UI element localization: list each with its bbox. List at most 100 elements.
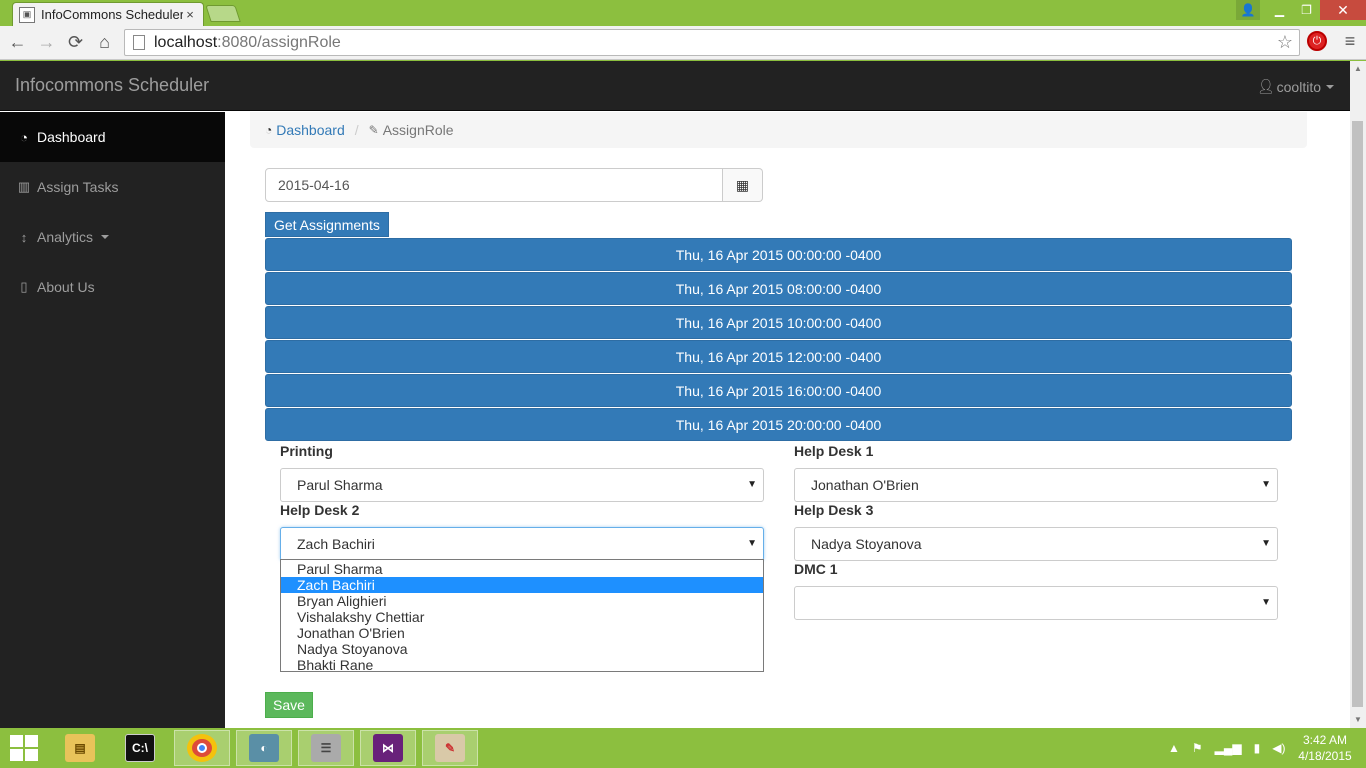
browser-toolbar: ← → ⟳ ⌂ localhost:8080/assignRole ☆ ⏻ ≡ bbox=[0, 26, 1366, 60]
minimize-icon[interactable]: ▁ bbox=[1266, 0, 1293, 20]
sidebar-item-dashboard[interactable]: ◔ Dashboard bbox=[0, 112, 225, 162]
user-name: cooltito bbox=[1276, 78, 1321, 95]
show-hidden-icons-icon[interactable]: ▲ bbox=[1168, 741, 1180, 755]
top-navbar: Infocommons Scheduler 👤︎ cooltito bbox=[0, 61, 1350, 111]
address-bar[interactable]: localhost:8080/assignRole ☆ bbox=[124, 29, 1300, 56]
get-assignments-button[interactable]: Get Assignments bbox=[265, 212, 389, 237]
vertical-arrows-icon: ↕ bbox=[20, 229, 28, 245]
edit-icon: ✎ bbox=[368, 123, 379, 137]
tab-close-icon[interactable]: × bbox=[183, 7, 197, 22]
dropdown-option[interactable]: Bhakti Rane bbox=[281, 657, 763, 673]
scroll-up-icon[interactable]: ▲ bbox=[1350, 61, 1366, 77]
save-button[interactable]: Save bbox=[265, 692, 313, 718]
close-icon[interactable]: ✕ bbox=[1320, 0, 1366, 20]
bar-chart-icon: ▥ bbox=[17, 179, 31, 194]
time-slot[interactable]: Thu, 16 Apr 2015 10:00:00 -0400 bbox=[265, 306, 1292, 339]
clock-date: 4/18/2015 bbox=[1298, 749, 1352, 763]
sidebar-item-about-us[interactable]: ▯ About Us bbox=[0, 262, 225, 312]
browser-tab[interactable]: ▣ InfoCommons Scheduler × bbox=[12, 2, 204, 26]
time-slot-list: Thu, 16 Apr 2015 00:00:00 -0400 Thu, 16 … bbox=[265, 238, 1292, 442]
windows-start-icon[interactable] bbox=[10, 735, 38, 761]
chrome-menu-icon[interactable]: ≡ bbox=[1340, 31, 1360, 51]
help-desk-2-select[interactable]: Zach Bachiri ▼ bbox=[280, 527, 764, 561]
clock-time: 3:42 AM bbox=[1302, 733, 1348, 747]
date-input[interactable] bbox=[265, 168, 723, 202]
scrollbar-thumb[interactable] bbox=[1352, 121, 1363, 707]
network-signal-icon[interactable]: ▂▄▆ bbox=[1215, 741, 1242, 755]
chrome-icon[interactable] bbox=[174, 730, 230, 766]
dropdown-option[interactable]: Bryan Alighieri bbox=[281, 593, 763, 609]
sidebar-item-label: Assign Tasks bbox=[37, 179, 119, 195]
reload-icon[interactable]: ⟳ bbox=[61, 29, 90, 57]
sidebar-item-label: Analytics bbox=[37, 229, 94, 245]
url-host: localhost bbox=[154, 33, 218, 51]
breadcrumb: ◔ Dashboard / ✎ AssignRole bbox=[250, 112, 1307, 148]
time-slot[interactable]: Thu, 16 Apr 2015 00:00:00 -0400 bbox=[265, 238, 1292, 271]
dropdown-option[interactable]: Parul Sharma bbox=[281, 561, 763, 577]
home-icon[interactable]: ⌂ bbox=[90, 29, 119, 57]
time-slot[interactable]: Thu, 16 Apr 2015 16:00:00 -0400 bbox=[265, 374, 1292, 407]
breadcrumb-current: AssignRole bbox=[382, 122, 454, 138]
browser-tabstrip: ▣ InfoCommons Scheduler × 👤 ▁ ❐ ✕ bbox=[0, 0, 1366, 26]
dropdown-arrow-icon: ▼ bbox=[747, 538, 757, 549]
visual-studio-icon[interactable]: ⋈ bbox=[360, 730, 416, 766]
calendar-icon[interactable]: ▦ bbox=[723, 168, 763, 202]
scroll-down-icon[interactable]: ▼ bbox=[1350, 712, 1366, 728]
dmc-1-label: DMC 1 bbox=[794, 561, 838, 577]
select-value: Nadya Stoyanova bbox=[811, 536, 922, 552]
battery-icon[interactable]: ▮ bbox=[1254, 741, 1261, 755]
windows-taskbar: ▤ C:\ ◐ ☰ ⋈ ✎ ▲ ⚑ ▂▄▆ ▮ ◀) 3:42 AM 4/18/… bbox=[0, 728, 1366, 768]
restore-icon[interactable]: ❐ bbox=[1293, 0, 1320, 20]
printing-select[interactable]: Parul Sharma ▼ bbox=[280, 468, 764, 502]
dmc-1-select[interactable]: ▼ bbox=[794, 586, 1278, 620]
database-icon[interactable]: ☰ bbox=[298, 730, 354, 766]
breadcrumb-separator: / bbox=[354, 122, 359, 138]
volume-icon[interactable]: ◀) bbox=[1272, 741, 1285, 755]
new-tab-button[interactable] bbox=[205, 5, 241, 22]
sidebar-item-analytics[interactable]: ↕ Analytics bbox=[0, 212, 225, 262]
command-prompt-icon[interactable]: C:\ bbox=[112, 730, 168, 766]
tab-title: InfoCommons Scheduler bbox=[41, 7, 183, 22]
help-desk-1-label: Help Desk 1 bbox=[794, 443, 874, 459]
window-controls: 👤 ▁ ❐ ✕ bbox=[1236, 0, 1366, 20]
dashboard-icon: ◔ bbox=[20, 129, 28, 145]
dropdown-option-selected[interactable]: Zach Bachiri bbox=[281, 577, 763, 593]
time-slot[interactable]: Thu, 16 Apr 2015 12:00:00 -0400 bbox=[265, 340, 1292, 373]
user-icon: 👤︎ bbox=[1256, 78, 1275, 94]
url-path: :8080/assignRole bbox=[217, 33, 341, 51]
action-center-flag-icon[interactable]: ⚑ bbox=[1192, 741, 1203, 755]
paint-icon[interactable]: ✎ bbox=[422, 730, 478, 766]
dashboard-icon: ◔ bbox=[265, 123, 273, 137]
dropdown-arrow-icon: ▼ bbox=[1261, 479, 1271, 490]
printing-label: Printing bbox=[280, 443, 333, 459]
forward-icon[interactable]: → bbox=[32, 29, 61, 57]
breadcrumb-link-dashboard[interactable]: Dashboard bbox=[276, 122, 345, 138]
user-menu[interactable]: 👤︎ cooltito bbox=[1257, 78, 1334, 95]
taskbar-clock[interactable]: 3:42 AM 4/18/2015 bbox=[1290, 732, 1360, 764]
remote-desktop-icon[interactable]: ◐ bbox=[236, 730, 292, 766]
dropdown-option[interactable]: Vishalakshy Chettiar bbox=[281, 609, 763, 625]
dropdown-option[interactable]: Jonathan O'Brien bbox=[281, 625, 763, 641]
help-desk-3-select[interactable]: Nadya Stoyanova ▼ bbox=[794, 527, 1278, 561]
dropdown-arrow-icon: ▼ bbox=[1261, 538, 1271, 549]
page-scrollbar[interactable]: ▲ ▼ bbox=[1350, 61, 1366, 728]
printing-field: Printing Parul Sharma ▼ bbox=[280, 443, 764, 502]
sidebar-item-assign-tasks[interactable]: ▥ Assign Tasks bbox=[0, 162, 225, 212]
date-picker: ▦ bbox=[265, 168, 763, 202]
file-explorer-icon[interactable]: ▤ bbox=[52, 730, 108, 766]
time-slot[interactable]: Thu, 16 Apr 2015 20:00:00 -0400 bbox=[265, 408, 1292, 441]
help-desk-2-dropdown-list: Parul Sharma Zach Bachiri Bryan Alighier… bbox=[280, 559, 764, 673]
help-desk-1-select[interactable]: Jonathan O'Brien ▼ bbox=[794, 468, 1278, 502]
extension-icon[interactable]: ⏻ bbox=[1307, 31, 1327, 51]
url-text[interactable]: localhost:8080/assignRole bbox=[154, 34, 1271, 52]
dropdown-option[interactable]: Nadya Stoyanova bbox=[281, 641, 763, 657]
bookmark-star-icon[interactable]: ☆ bbox=[1271, 32, 1299, 53]
user-icon[interactable]: 👤 bbox=[1236, 0, 1260, 20]
sidebar: ◔ Dashboard ▥ Assign Tasks ↕ Analytics ▯… bbox=[0, 112, 225, 728]
time-slot[interactable]: Thu, 16 Apr 2015 08:00:00 -0400 bbox=[265, 272, 1292, 305]
brand[interactable]: Infocommons Scheduler bbox=[15, 75, 209, 96]
caret-down-icon bbox=[101, 235, 110, 239]
help-desk-2-label: Help Desk 2 bbox=[280, 502, 360, 518]
web-page: Infocommons Scheduler 👤︎ cooltito ◔ Dash… bbox=[0, 61, 1350, 728]
back-icon[interactable]: ← bbox=[3, 29, 32, 57]
